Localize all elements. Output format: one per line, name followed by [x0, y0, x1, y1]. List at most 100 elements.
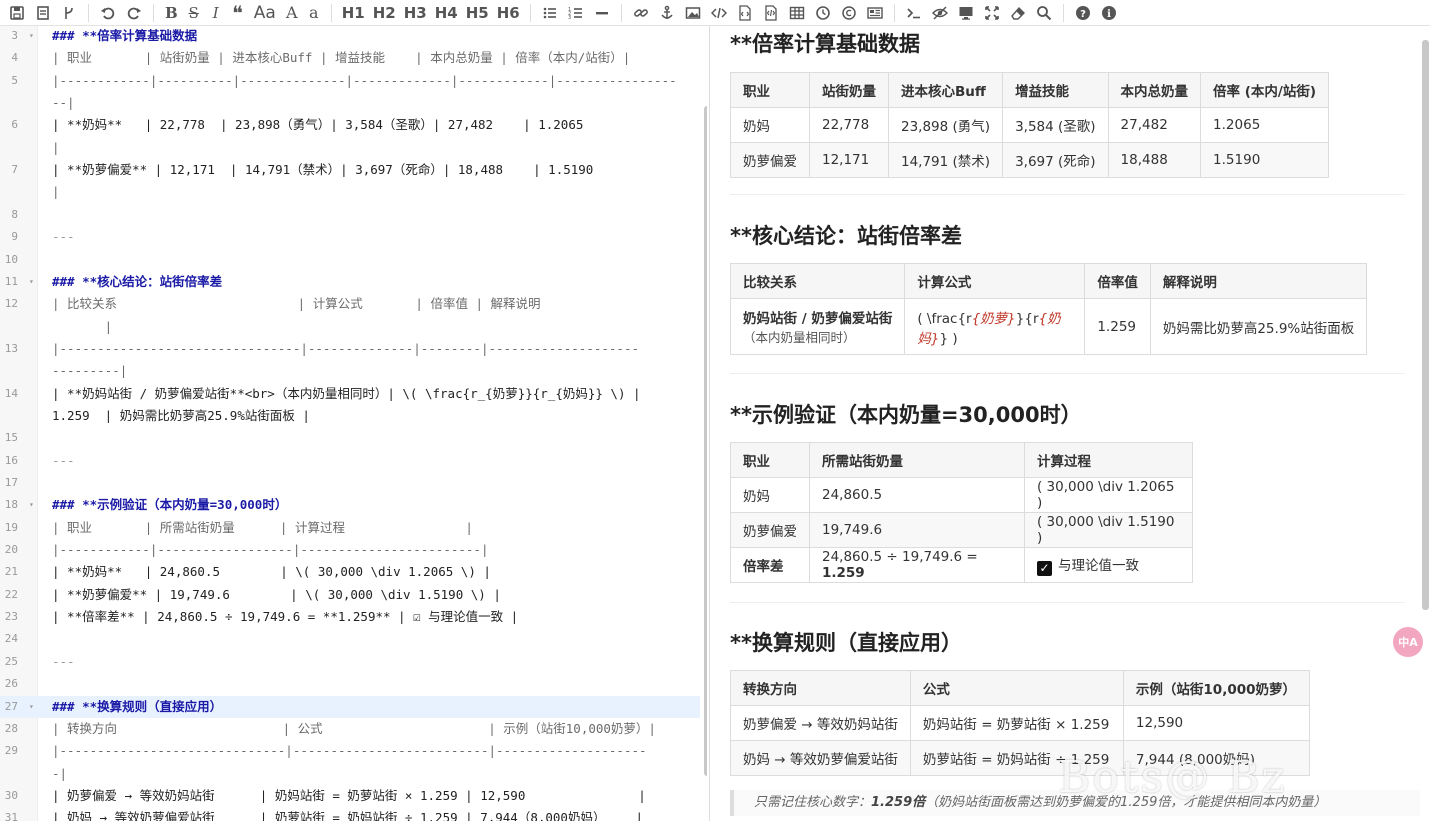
font-size-button[interactable]: Aa	[249, 1, 281, 25]
horizontal-rule	[730, 602, 1405, 603]
h6-button[interactable]: H6	[493, 1, 524, 25]
editor-line[interactable]: 22 | **奶萝偏爱** | 19,749.6 | \( 30,000 \div…	[0, 584, 700, 606]
editor-line[interactable]: -|	[0, 763, 700, 785]
editor-line[interactable]: 7 | **奶萝偏爱** | 12,171 | 14,791（禁术）| 3,697…	[0, 159, 700, 181]
table-header: 转换方向	[730, 670, 911, 706]
editor-line[interactable]: 15	[0, 427, 700, 449]
editor-line[interactable]: 5 |------------|----------|--------------…	[0, 70, 700, 92]
editor-line[interactable]: 25 ---	[0, 651, 700, 673]
relation-subtext: （本内奶量相同时）	[743, 330, 856, 345]
editor-line[interactable]: ---------|	[0, 360, 700, 382]
editor-line[interactable]: 21 | **奶妈** | 24,860.5 | \( 30,000 \div 1…	[0, 561, 700, 583]
editor-line[interactable]: 28 | 转换方向 | 公式 | 示例（站街10,000奶萝）|	[0, 718, 700, 740]
info-icon[interactable]: i	[1096, 1, 1122, 25]
link-icon[interactable]	[628, 1, 654, 25]
editor-line[interactable]: 24	[0, 628, 700, 650]
uppercase-button[interactable]: A	[281, 1, 303, 25]
h1-button[interactable]: H1	[338, 1, 369, 25]
editor-line[interactable]: 1.259 | 奶妈需比奶萝高25.9%站街面板 |	[0, 405, 700, 427]
editor-line[interactable]: 26	[0, 673, 700, 695]
save-icon[interactable]	[4, 1, 30, 25]
horizontal-rule-icon[interactable]	[589, 1, 615, 25]
table-header: 计算公式	[904, 263, 1086, 299]
fold-marker-icon[interactable]: ▾	[29, 271, 34, 293]
code-block-icon[interactable]	[758, 1, 784, 25]
check-text: 与理论值一致	[1058, 558, 1139, 574]
bold-button[interactable]: B	[160, 1, 183, 25]
table-cell: 1.259	[1084, 298, 1151, 355]
editor-line[interactable]: 17	[0, 472, 700, 494]
redo-icon[interactable]	[121, 1, 147, 25]
document-icon[interactable]	[30, 1, 56, 25]
editor-line[interactable]: 14 | **奶妈站街 / 奶萝偏爱站街**<br>（本内奶量相同时）| \( \…	[0, 383, 700, 405]
image-icon[interactable]	[680, 1, 706, 25]
clock-icon[interactable]	[810, 1, 836, 25]
formula-part: {奶萝}	[971, 310, 1016, 327]
editor-line[interactable]: 31 | 奶妈 → 等效奶萝偏爱站街 | 奶萝站街 = 奶妈站街 ÷ 1.259 …	[0, 807, 700, 821]
h2-button[interactable]: H2	[369, 1, 400, 25]
table-example: 职业 所需站街奶量 计算过程 奶妈 24,860.5 ( 30,000 \div…	[730, 442, 1193, 583]
terminal-icon[interactable]	[901, 1, 927, 25]
editor-line[interactable]: |	[0, 137, 700, 159]
fold-marker-icon[interactable]: ▾	[29, 696, 34, 718]
h4-button[interactable]: H4	[431, 1, 462, 25]
editor-line[interactable]: 3 ▾ ### **倍率计算基础数据	[0, 26, 700, 47]
table-icon[interactable]	[784, 1, 810, 25]
newspaper-icon[interactable]	[862, 1, 888, 25]
markdown-editor[interactable]: 3 ▾ ### **倍率计算基础数据 4 | 职业 | 站街奶量 | 进本核心Buff …	[0, 26, 707, 821]
editor-line[interactable]: 4 | 职业 | 站街奶量 | 进本核心Buff | 增益技能 | 本内总奶量 |…	[0, 47, 700, 69]
strikethrough-button[interactable]: S	[183, 1, 205, 25]
quote-button[interactable]: ❝	[227, 1, 249, 25]
editor-line[interactable]: 11 ▾ ### **核心结论：站街倍率差	[0, 271, 700, 293]
editor-line[interactable]: |	[0, 316, 700, 338]
lowercase-button[interactable]: a	[303, 1, 325, 25]
editor-line[interactable]: 30 | 奶萝偏爱 → 等效奶妈站街 | 奶妈站街 = 奶萝站街 × 1.259 …	[0, 785, 700, 807]
undo-icon[interactable]	[95, 1, 121, 25]
h3-button[interactable]: H3	[400, 1, 431, 25]
help-icon[interactable]: ?	[1070, 1, 1096, 25]
table-cell: 奶妈	[730, 477, 810, 513]
editor-line[interactable]: |	[0, 181, 700, 203]
code-text: | **倍率差** | 24,860.5 ÷ 19,749.6 = **1.25…	[52, 609, 519, 625]
table-cell: 奶妈站街 / 奶萝偏爱站街 （本内奶量相同时）	[729, 298, 906, 355]
code-file-icon[interactable]	[732, 1, 758, 25]
toolbar-divider	[330, 3, 332, 22]
formula-part: ( \frac{r	[917, 310, 972, 327]
editor-line[interactable]: 16 ---	[0, 450, 700, 472]
editor-line[interactable]: 18 ▾ ### **示例验证（本内奶量=30,000时）	[0, 494, 700, 516]
table-cell: 12,171	[809, 142, 889, 178]
branch-icon[interactable]	[56, 1, 82, 25]
bullet-list-icon[interactable]	[537, 1, 563, 25]
editor-line[interactable]: 6 | **奶妈** | 22,778 | 23,898（勇气）| 3,584（圣…	[0, 114, 700, 136]
editor-line[interactable]: --|	[0, 92, 700, 114]
editor-line[interactable]: 9 ---	[0, 226, 700, 248]
search-icon[interactable]	[1031, 1, 1057, 25]
editor-line[interactable]: 23 | **倍率差** | 24,860.5 ÷ 19,749.6 = **1.…	[0, 606, 700, 628]
editor-line[interactable]: 19 | 职业 | 所需站街奶量 | 计算过程 |	[0, 517, 700, 539]
editor-scrollbar[interactable]	[704, 106, 707, 776]
editor-line[interactable]: 27 ▾ ### **换算规则（直接应用）	[0, 695, 700, 718]
line-number: 17	[4, 476, 18, 489]
eraser-icon[interactable]	[1005, 1, 1031, 25]
editor-line[interactable]: 8	[0, 204, 700, 226]
editor-line[interactable]: 13 |--------------------------------|----…	[0, 338, 700, 360]
editor-line[interactable]: 10	[0, 249, 700, 271]
copyright-icon[interactable]	[836, 1, 862, 25]
fold-marker-icon[interactable]: ▾	[29, 494, 34, 516]
fold-marker-icon[interactable]: ▾	[29, 26, 34, 47]
italic-button[interactable]: I	[205, 1, 227, 25]
preview-scrollbar[interactable]	[1422, 40, 1429, 610]
editor-line[interactable]: 29 |------------------------------|------…	[0, 740, 700, 762]
anchor-icon[interactable]	[654, 1, 680, 25]
translate-float-button[interactable]: 中A	[1393, 627, 1423, 657]
code-text: |	[52, 184, 60, 200]
eye-slash-icon[interactable]	[927, 1, 953, 25]
h5-button[interactable]: H5	[462, 1, 493, 25]
fullscreen-icon[interactable]	[979, 1, 1005, 25]
code-icon[interactable]	[706, 1, 732, 25]
numbered-list-icon[interactable]: 123	[563, 1, 589, 25]
line-number: 23	[4, 610, 18, 624]
monitor-icon[interactable]	[953, 1, 979, 25]
editor-line[interactable]: 20 |------------|------------------|-----…	[0, 539, 700, 561]
editor-line[interactable]: 12 | 比较关系 | 计算公式 | 倍率值 | 解释说明	[0, 293, 700, 315]
